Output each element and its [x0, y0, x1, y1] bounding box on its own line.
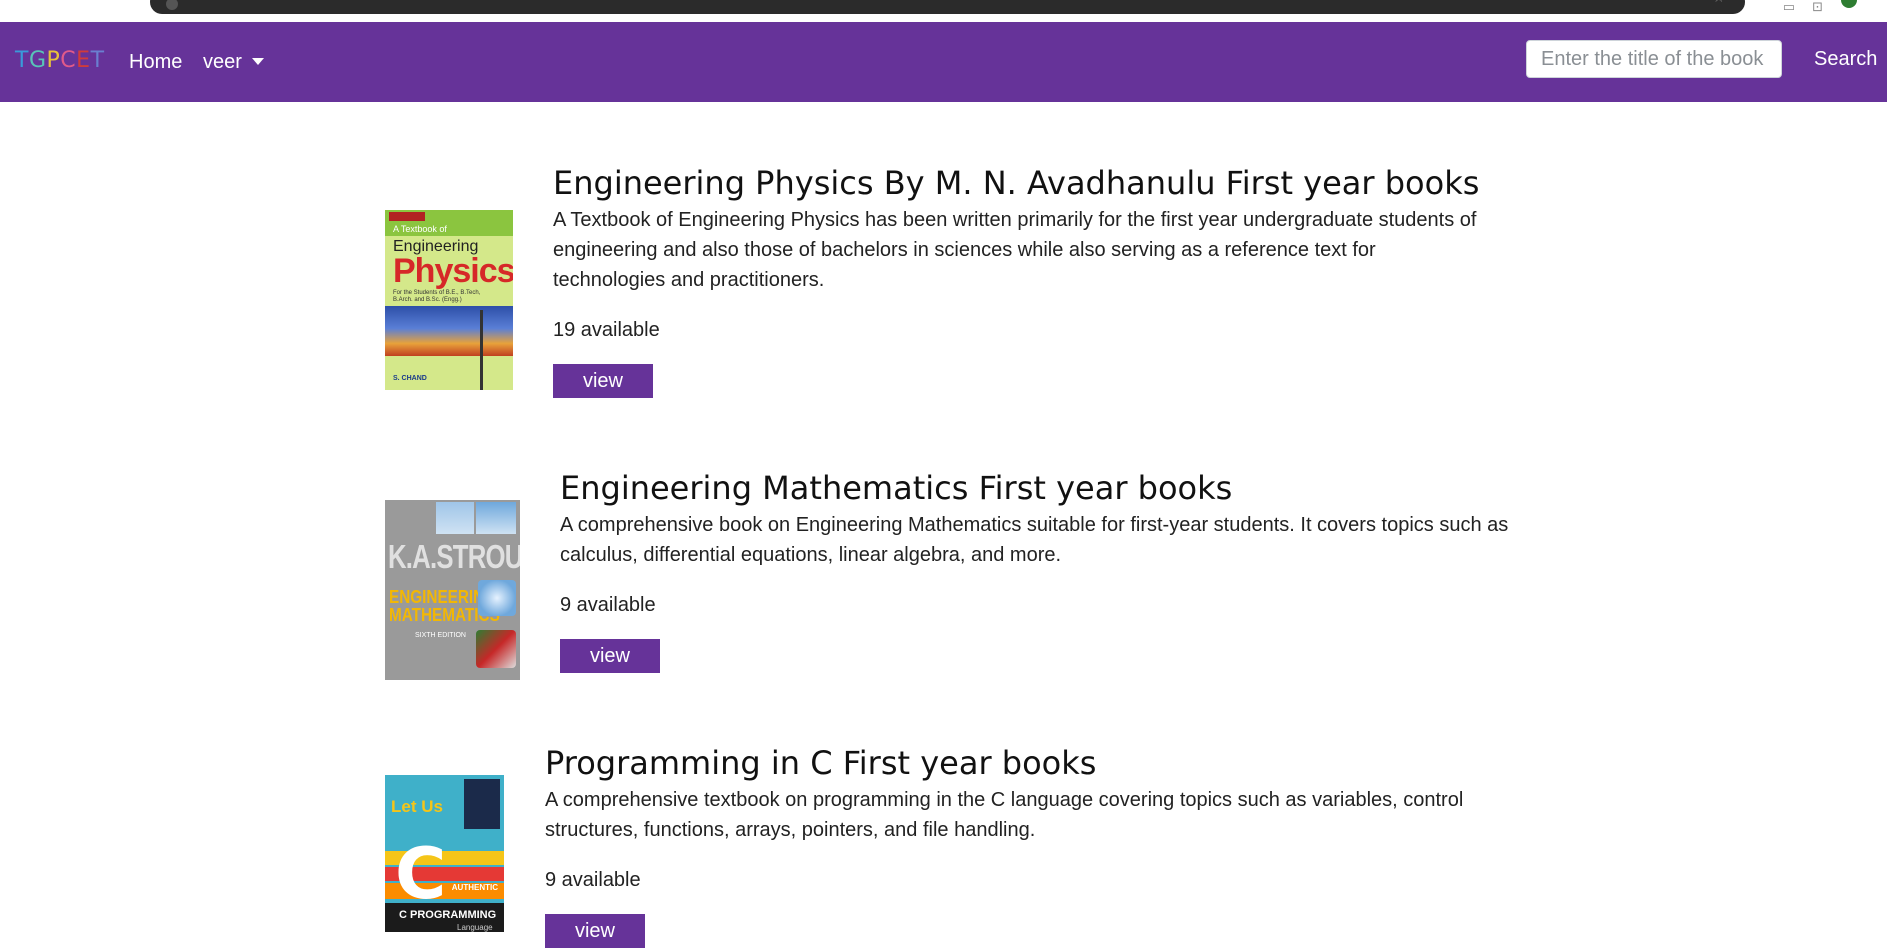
cover-publisher: S. CHAND: [393, 375, 427, 382]
cover-edition-tag: [389, 212, 425, 221]
top-navbar: TGPCET Home veer Search: [0, 22, 1887, 102]
cover-text: For the Students of B.E., B.Tech, B.Arch…: [393, 290, 481, 303]
profile-avatar[interactable]: [1841, 0, 1857, 8]
brand-letter: T: [15, 48, 29, 73]
cover-text: A Textbook of: [393, 224, 447, 234]
cover-author-photo: [464, 779, 500, 829]
cover-illustration: [476, 630, 516, 668]
extension-icon[interactable]: ▭: [1783, 0, 1795, 15]
cover-text: C PROGRAMMING: [399, 909, 497, 921]
book-cover-image[interactable]: Let Us C AUTHENTIC C PROGRAMMING Languag…: [385, 775, 504, 932]
book-title[interactable]: Engineering Mathematics First year books: [560, 469, 1232, 507]
view-button[interactable]: view: [553, 364, 653, 398]
book-description: A comprehensive textbook on programming …: [545, 789, 1464, 841]
cover-illustration: [385, 306, 513, 356]
cover-illustration: [436, 502, 474, 534]
cover-text: ENGINEERING MATHEMATICS: [389, 587, 500, 625]
view-button[interactable]: view: [545, 914, 645, 948]
search-button[interactable]: Search: [1808, 44, 1883, 74]
view-button[interactable]: view: [560, 639, 660, 673]
nav-home-link[interactable]: Home: [129, 51, 182, 74]
book-description: A Textbook of Engineering Physics has be…: [553, 209, 1477, 291]
site-info-icon[interactable]: [166, 0, 178, 10]
cover-text: AUTHENTIC: [451, 883, 498, 892]
brand-letter: P: [46, 48, 61, 73]
sidebar-icon[interactable]: ⊡: [1812, 0, 1823, 15]
cover-illustration: [476, 502, 516, 534]
cover-text: Physics: [393, 252, 513, 290]
book-cover-image[interactable]: A Textbook of Engineering Physics For th…: [385, 210, 513, 390]
cover-text: K.A.STROUD: [388, 538, 520, 575]
search-input[interactable]: [1526, 40, 1782, 78]
cover-text: Language: [457, 923, 493, 932]
book-availability: 9 available: [560, 594, 656, 616]
cover-illustration: [480, 310, 483, 390]
cover-text: SIXTH EDITION: [415, 632, 466, 639]
bookmark-star-icon[interactable]: ☆: [1712, 0, 1725, 6]
brand-letter: G: [28, 48, 47, 73]
brand-letter: C: [60, 48, 77, 73]
brand-letter: E: [76, 48, 91, 73]
user-dropdown[interactable]: veer: [203, 51, 264, 74]
browser-chrome: ☆ ▭ ⊡: [0, 0, 1887, 22]
book-description: A comprehensive book on Engineering Math…: [560, 514, 1509, 566]
chevron-down-icon: [251, 58, 264, 65]
book-title[interactable]: Engineering Physics By M. N. Avadhanulu …: [553, 164, 1479, 202]
cover-text: Let Us: [391, 797, 443, 816]
book-availability: 9 available: [545, 869, 641, 891]
book-availability: 19 available: [553, 319, 660, 341]
book-title[interactable]: Programming in C First year books: [545, 744, 1096, 782]
cover-illustration: [478, 580, 516, 616]
book-cover-image[interactable]: K.A.STROUD ENGINEERING MATHEMATICS SIXTH…: [385, 500, 520, 680]
address-bar[interactable]: ☆: [150, 0, 1745, 14]
brand-logo[interactable]: TGPCET: [15, 48, 105, 73]
brand-letter: T: [90, 48, 105, 73]
user-name: veer: [203, 51, 242, 73]
